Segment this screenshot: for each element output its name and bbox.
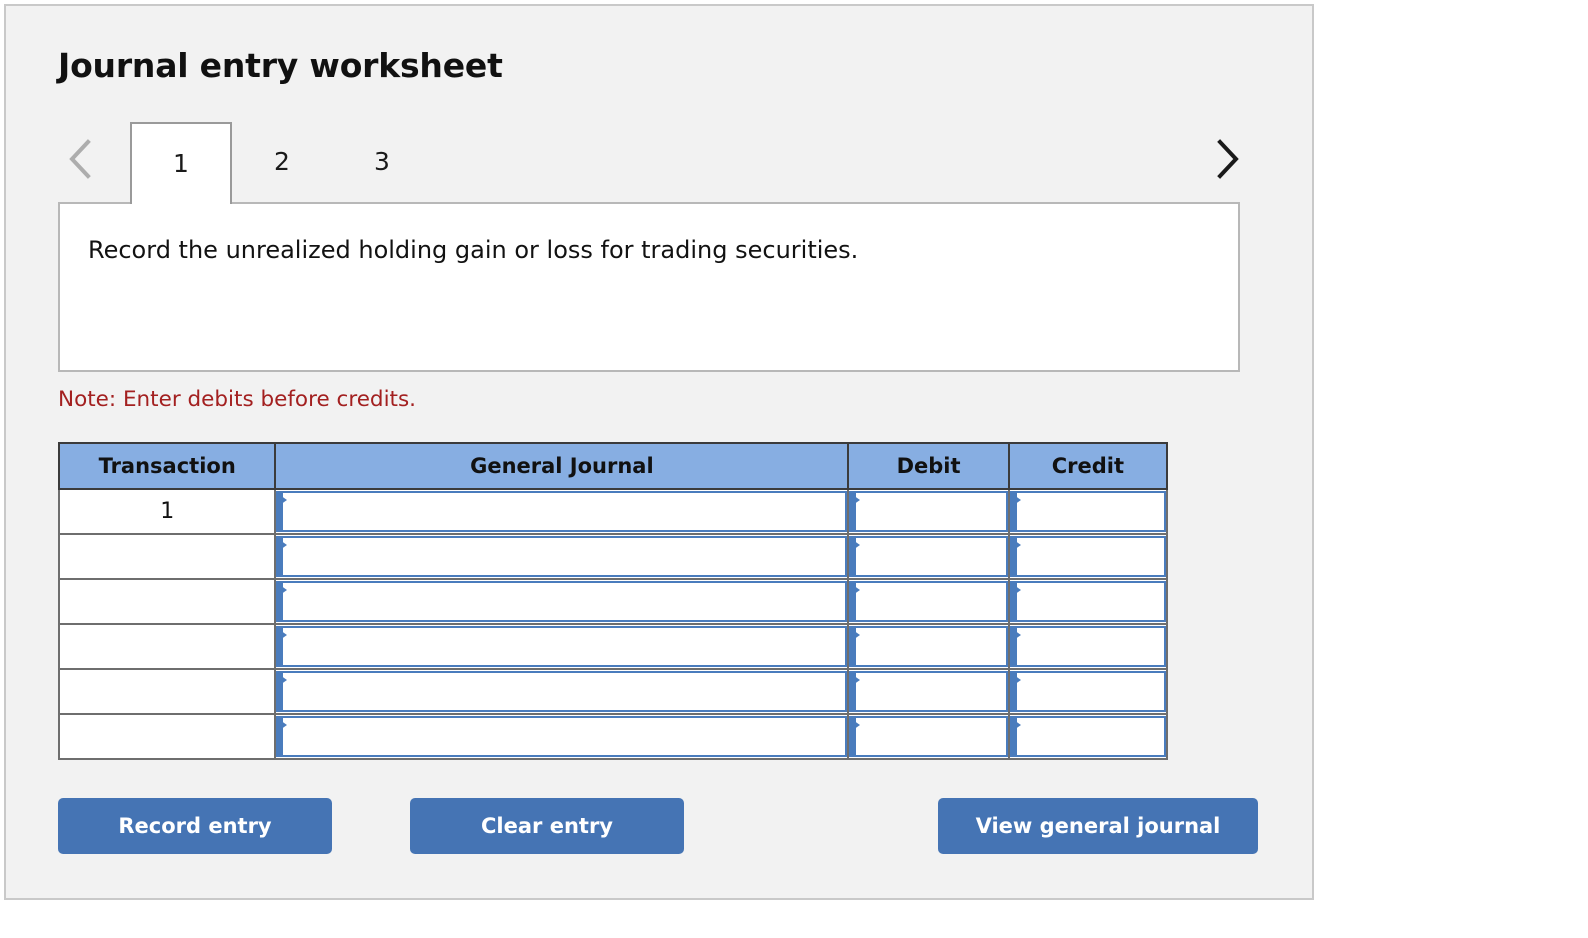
dropdown-triangle-icon [277, 673, 288, 687]
debit-input-row-4[interactable] [849, 626, 1008, 667]
tab-3-label: 3 [374, 147, 390, 176]
account-select-row-4[interactable] [276, 626, 848, 667]
previous-entry-button[interactable] [64, 136, 98, 182]
dropdown-triangle-icon [850, 538, 861, 552]
column-header-credit: Credit [1007, 442, 1169, 490]
instruction-text: Record the unrealized holding gain or lo… [88, 236, 859, 264]
debit-cell [847, 533, 1010, 580]
next-entry-button[interactable] [1210, 136, 1244, 182]
debits-before-credits-note: Note: Enter debits before credits. [58, 387, 417, 412]
table-header-row: Transaction General Journal Debit Credit [57, 442, 1169, 490]
dropdown-triangle-icon [1010, 493, 1021, 507]
account-select-row-5[interactable] [276, 671, 848, 712]
account-select-row-3[interactable] [276, 581, 848, 622]
general-journal-cell [274, 668, 850, 715]
debit-cell [847, 623, 1010, 670]
transaction-number-cell [57, 578, 277, 625]
account-select-row-6[interactable] [276, 716, 848, 757]
transaction-number-cell [57, 623, 277, 670]
tab-2[interactable]: 2 [232, 122, 332, 204]
record-entry-button[interactable]: Record entry [58, 798, 332, 854]
table-row [57, 713, 1169, 760]
account-select-row-1[interactable] [276, 491, 848, 532]
general-journal-cell [274, 623, 850, 670]
dropdown-triangle-icon [277, 493, 288, 507]
column-header-transaction: Transaction [57, 442, 277, 490]
tab-3[interactable]: 3 [332, 122, 432, 204]
debit-input-row-2[interactable] [849, 536, 1008, 577]
transaction-number-cell [57, 533, 277, 580]
credit-input-row-2[interactable] [1009, 536, 1166, 577]
dropdown-triangle-icon [277, 583, 288, 597]
debit-input-row-5[interactable] [849, 671, 1008, 712]
clear-entry-button[interactable]: Clear entry [410, 798, 684, 854]
dropdown-triangle-icon [850, 673, 861, 687]
chevron-left-icon [64, 136, 98, 182]
debit-cell [847, 578, 1010, 625]
dropdown-triangle-icon [1010, 673, 1021, 687]
screenshot-root: Journal entry worksheet 1 2 3 Record the… [0, 0, 1588, 938]
transaction-number-cell: 1 [57, 488, 277, 535]
dropdown-triangle-icon [1010, 583, 1021, 597]
tab-1-label: 1 [173, 149, 189, 178]
page-title: Journal entry worksheet [58, 46, 503, 85]
credit-cell [1007, 578, 1169, 625]
debit-input-row-6[interactable] [849, 716, 1008, 757]
dropdown-triangle-icon [277, 718, 288, 732]
instruction-panel: Record the unrealized holding gain or lo… [58, 202, 1240, 372]
table-row: 1 [57, 488, 1169, 535]
credit-input-row-4[interactable] [1009, 626, 1166, 667]
tab-1[interactable]: 1 [130, 122, 232, 204]
general-journal-cell [274, 578, 850, 625]
transaction-number-cell [57, 713, 277, 760]
journal-table-body: 1 [57, 488, 1169, 760]
dropdown-triangle-icon [277, 628, 288, 642]
worksheet-tabstrip: 1 2 3 [58, 122, 1262, 206]
table-row [57, 623, 1169, 670]
debit-input-row-1[interactable] [849, 491, 1008, 532]
credit-cell [1007, 668, 1169, 715]
debit-input-row-3[interactable] [849, 581, 1008, 622]
dropdown-triangle-icon [1010, 538, 1021, 552]
debit-cell [847, 713, 1010, 760]
journal-entry-panel: Journal entry worksheet 1 2 3 Record the… [4, 4, 1314, 900]
credit-input-row-5[interactable] [1009, 671, 1166, 712]
general-journal-cell [274, 533, 850, 580]
credit-cell [1007, 488, 1169, 535]
chevron-right-icon [1210, 136, 1244, 182]
dropdown-triangle-icon [1010, 628, 1021, 642]
column-header-general-journal: General Journal [274, 442, 850, 490]
debit-cell [847, 488, 1010, 535]
credit-cell [1007, 623, 1169, 670]
transaction-number-cell [57, 668, 277, 715]
general-journal-cell [274, 488, 850, 535]
table-row [57, 578, 1169, 625]
dropdown-triangle-icon [850, 493, 861, 507]
dropdown-triangle-icon [277, 538, 288, 552]
debit-cell [847, 668, 1010, 715]
general-journal-cell [274, 713, 850, 760]
credit-cell [1007, 533, 1169, 580]
table-row [57, 668, 1169, 715]
credit-input-row-1[interactable] [1009, 491, 1166, 532]
dropdown-triangle-icon [850, 628, 861, 642]
dropdown-triangle-icon [850, 583, 861, 597]
column-header-debit: Debit [847, 442, 1010, 490]
credit-cell [1007, 713, 1169, 760]
credit-input-row-6[interactable] [1009, 716, 1166, 757]
dropdown-triangle-icon [1010, 718, 1021, 732]
table-row [57, 533, 1169, 580]
journal-entry-table: Transaction General Journal Debit Credit… [57, 442, 1169, 760]
view-general-journal-button[interactable]: View general journal [938, 798, 1258, 854]
credit-input-row-3[interactable] [1009, 581, 1166, 622]
tab-2-label: 2 [274, 147, 290, 176]
dropdown-triangle-icon [850, 718, 861, 732]
account-select-row-2[interactable] [276, 536, 848, 577]
